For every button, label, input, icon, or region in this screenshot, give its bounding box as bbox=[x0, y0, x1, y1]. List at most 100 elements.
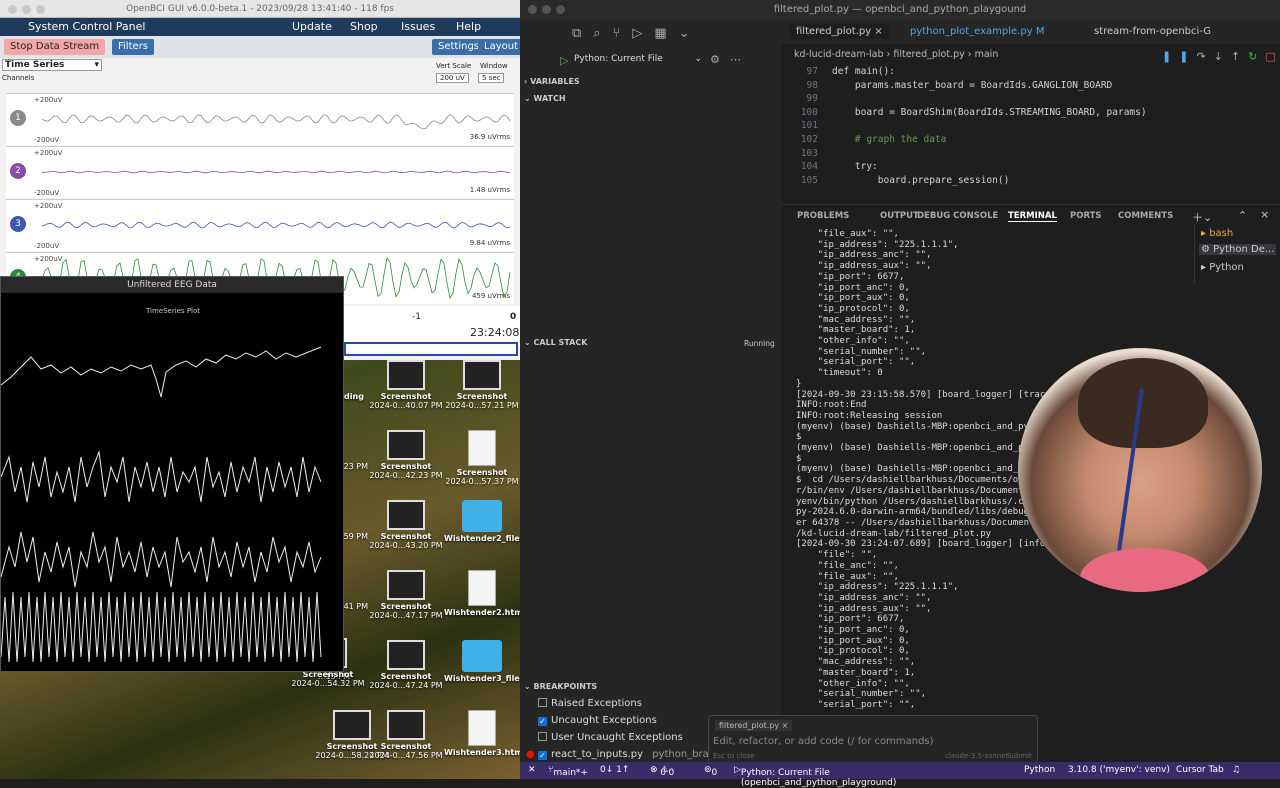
breakpoints-section[interactable]: ⌄ BREAKPOINTS bbox=[524, 682, 597, 691]
desktop-icon[interactable]: Screenshot 2024-0...47.24 PM bbox=[368, 640, 444, 690]
stop-data-stream-button[interactable]: Stop Data Stream bbox=[4, 39, 106, 55]
call-stack-section[interactable]: ⌄ CALL STACK bbox=[524, 338, 587, 347]
maximize-panel-icon[interactable]: ⌃ bbox=[1238, 209, 1247, 222]
sync-status[interactable]: 0↓ 1↑ bbox=[600, 765, 629, 775]
ports-status[interactable]: ⊚ 0 bbox=[704, 765, 717, 778]
desktop-icon[interactable]: Screenshot 2024-0...42.23 PM bbox=[368, 430, 444, 480]
pause-icon[interactable]: ❚❚ bbox=[1162, 50, 1196, 63]
stop-icon[interactable]: □ bbox=[1265, 50, 1280, 63]
update-button[interactable]: Update bbox=[292, 20, 332, 33]
help-button[interactable]: Help bbox=[456, 20, 481, 33]
gear-icon[interactable]: ⚙ bbox=[710, 53, 720, 66]
code-line[interactable]: 100 board = BoardShim(BoardIds.STREAMING… bbox=[782, 107, 1147, 118]
code-line[interactable]: 101 bbox=[782, 120, 832, 131]
panel-tab[interactable]: PROBLEMS bbox=[797, 211, 849, 221]
model-select[interactable]: claude-3.5-sonnet bbox=[945, 752, 1008, 760]
breadcrumb-file[interactable]: filtered_plot.py bbox=[893, 49, 964, 60]
tab-stream-from-openbci[interactable]: stream-from-openbci-G bbox=[1094, 24, 1211, 39]
terminal-python-debug[interactable]: ⚙ Python De... bbox=[1199, 244, 1277, 255]
desktop-icon[interactable]: Wishtender2.html bbox=[444, 570, 525, 617]
channels-label[interactable]: Channels bbox=[2, 74, 34, 82]
shop-button[interactable]: Shop bbox=[350, 20, 378, 33]
chevron-down-icon[interactable]: ⌄ bbox=[679, 26, 702, 41]
more-icon[interactable]: ⋯ bbox=[730, 53, 741, 66]
code-line[interactable]: 102 # graph the data bbox=[782, 134, 947, 145]
cursor-tab-status[interactable]: Cursor Tab bbox=[1176, 765, 1224, 775]
source-control-icon[interactable]: ⑂ bbox=[613, 26, 633, 41]
breakpoint-item[interactable]: ✓ Uncaught Exceptions bbox=[538, 715, 657, 726]
channel-number-button[interactable]: 3 bbox=[10, 216, 26, 232]
maximize-dot-icon[interactable] bbox=[556, 5, 565, 14]
terminal-python[interactable]: ▸ Python bbox=[1201, 262, 1244, 273]
files-icon[interactable]: ⧉ bbox=[572, 26, 593, 41]
issues-button[interactable]: Issues bbox=[401, 20, 435, 33]
bell-icon[interactable]: ♫ bbox=[1232, 765, 1240, 775]
breakpoint-item[interactable]: ● ✓ react_to_inputs.py python_brain bbox=[526, 749, 718, 760]
desktop-icon[interactable]: Wishtender3.html bbox=[444, 710, 525, 757]
errors-status[interactable]: ⊗ 0 ⚠ 0 bbox=[650, 765, 674, 778]
desktop-icon[interactable]: Screenshot 2024-0...57.37 PM bbox=[444, 430, 520, 486]
close-panel-icon[interactable]: × bbox=[1260, 208, 1269, 221]
breakpoint-item[interactable]: User Uncaught Exceptions bbox=[538, 732, 683, 743]
debug-config-select[interactable]: Python: Current File ⌄ bbox=[574, 54, 702, 68]
variables-section[interactable]: › VARIABLES bbox=[524, 77, 580, 86]
add-terminal-icon[interactable]: ＋⌄ bbox=[1192, 209, 1212, 225]
system-control-panel-button[interactable]: System Control Panel bbox=[28, 20, 145, 33]
desktop-icon[interactable]: Screenshot 2024-0...47.17 PM bbox=[368, 570, 444, 620]
language-status[interactable]: Python bbox=[1024, 765, 1055, 775]
maximize-dot-icon[interactable] bbox=[36, 5, 45, 14]
code-line[interactable]: 105 board.prepare_session() bbox=[782, 175, 1009, 186]
interpreter-status[interactable]: 3.10.8 ('myenv': venv) bbox=[1068, 765, 1170, 775]
breadcrumb-folder[interactable]: kd-lucid-dream-lab bbox=[794, 49, 884, 60]
code-line[interactable]: 104 try: bbox=[782, 161, 878, 172]
terminal-bash[interactable]: ▸ bash bbox=[1201, 228, 1233, 239]
scrub-bar[interactable] bbox=[344, 342, 518, 356]
tab-filtered-plot[interactable]: filtered_plot.py × bbox=[790, 24, 889, 39]
chat-input[interactable]: Edit, refactor, or add code (/ for comma… bbox=[713, 736, 934, 747]
code-line[interactable]: 103 bbox=[782, 148, 832, 159]
step-out-icon[interactable]: ↑ bbox=[1231, 50, 1248, 63]
filters-button[interactable]: Filters bbox=[112, 39, 154, 55]
branch-status[interactable]: ⑂ main*+ bbox=[548, 765, 588, 778]
search-icon[interactable]: ⌕ bbox=[593, 26, 612, 41]
chat-file-chip[interactable]: filtered_plot.py × bbox=[715, 720, 793, 731]
desktop-icon[interactable]: Screenshot 2024-0...43.20 PM bbox=[368, 500, 444, 550]
step-into-icon[interactable]: ↓ bbox=[1214, 50, 1231, 63]
minimize-dot-icon[interactable] bbox=[542, 5, 551, 14]
channel-number-button[interactable]: 1 bbox=[10, 110, 26, 126]
widget-selector[interactable]: Time Series ▾ bbox=[2, 59, 102, 71]
layout-button[interactable]: Layout bbox=[478, 39, 524, 55]
desktop-icon[interactable]: Screenshot 2024-0...47.56 PM bbox=[368, 710, 444, 760]
debug-status[interactable]: ▷ Python: Current File (openbci_and_pyth… bbox=[734, 765, 896, 788]
breakpoint-item[interactable]: Raised Exceptions bbox=[538, 698, 642, 709]
extensions-icon[interactable]: ▦ bbox=[654, 26, 678, 41]
checkbox[interactable] bbox=[538, 698, 547, 707]
run-debug-icon[interactable]: ▷ bbox=[632, 26, 654, 41]
step-over-icon[interactable]: ↷ bbox=[1196, 50, 1213, 63]
window-select[interactable]: 5 sec bbox=[478, 73, 505, 83]
panel-tab[interactable]: OUTPUT bbox=[880, 211, 919, 221]
checkbox[interactable] bbox=[538, 732, 547, 741]
desktop-icon[interactable]: Screenshot 2024-0...40.07 PM bbox=[368, 360, 444, 410]
panel-tab[interactable]: PORTS bbox=[1070, 211, 1102, 221]
vert-scale-select[interactable]: 200 uV bbox=[436, 73, 469, 83]
desktop-icon[interactable]: Wishtender2_files bbox=[444, 500, 525, 543]
desktop-icon[interactable]: Wishtender3_files bbox=[444, 640, 525, 683]
code-line[interactable]: 98 params.master_board = BoardIds.GANGLI… bbox=[782, 80, 1113, 91]
code-line[interactable]: 99 bbox=[782, 93, 832, 104]
code-line[interactable]: 97 def main(): bbox=[782, 66, 895, 77]
breadcrumb-symbol[interactable]: main bbox=[975, 49, 999, 60]
desktop-icon[interactable]: Screenshot 2024-0...57.21 PM bbox=[444, 360, 520, 410]
close-dot-icon[interactable] bbox=[528, 5, 537, 14]
submit-button[interactable]: Submit bbox=[1007, 752, 1032, 760]
remote-icon[interactable]: ✕ bbox=[528, 765, 536, 775]
close-dot-icon[interactable] bbox=[8, 5, 17, 14]
tab-python-plot-example[interactable]: python_plot_example.py M bbox=[910, 24, 1044, 39]
watch-section[interactable]: ⌄ WATCH bbox=[524, 94, 566, 103]
restart-icon[interactable]: ↻ bbox=[1248, 50, 1265, 63]
panel-tab[interactable]: DEBUG CONSOLE bbox=[917, 211, 998, 221]
minimize-dot-icon[interactable] bbox=[22, 5, 31, 14]
close-icon[interactable]: × bbox=[874, 26, 882, 37]
eeg-window-titlebar[interactable]: Unfiltered EEG Data bbox=[1, 277, 343, 293]
checkbox[interactable]: ✓ bbox=[538, 717, 547, 726]
